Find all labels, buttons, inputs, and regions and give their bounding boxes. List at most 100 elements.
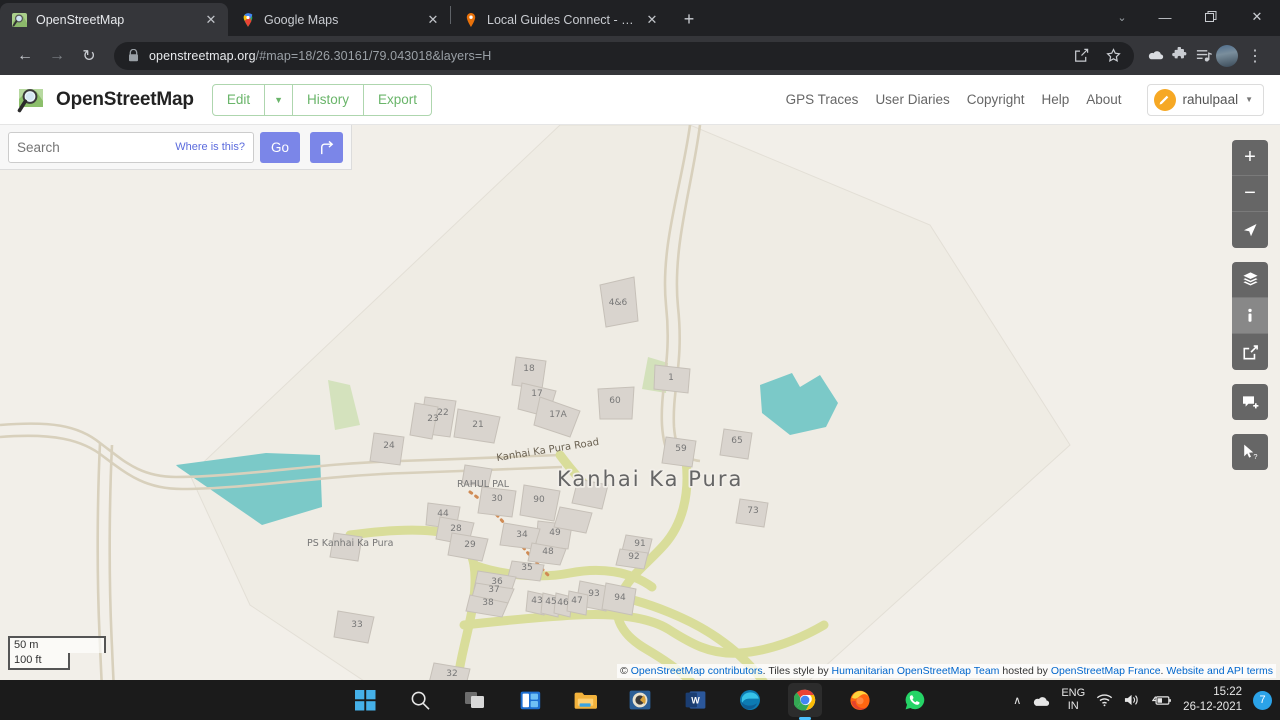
building-number: 1 — [668, 373, 674, 383]
attrib-hot-link[interactable]: Humanitarian OpenStreetMap Team — [832, 665, 1000, 677]
share-icon — [1242, 344, 1258, 360]
notification-badge[interactable]: 7 — [1253, 690, 1272, 710]
tray-language[interactable]: ENG IN — [1061, 687, 1085, 713]
taskbar-photo-viewer-button[interactable] — [623, 683, 657, 717]
taskbar-task-view-button[interactable] — [458, 683, 492, 717]
nav-about[interactable]: About — [1086, 92, 1121, 107]
attrib-france-link[interactable]: OpenStreetMap France — [1051, 665, 1161, 677]
tray-onedrive-icon[interactable] — [1032, 694, 1050, 707]
user-menu-button[interactable]: rahulpaal ▼ — [1146, 83, 1264, 116]
taskbar-firefox-button[interactable] — [843, 683, 877, 717]
new-tab-button[interactable]: + — [675, 5, 703, 33]
building-number: 33 — [351, 620, 362, 630]
local-guides-pin-icon — [466, 12, 476, 27]
chevron-down-icon: ▼ — [1245, 95, 1253, 104]
edit-button[interactable]: Edit — [213, 84, 266, 115]
search-input-wrapper[interactable]: Where is this? — [8, 131, 254, 163]
share-page-icon[interactable] — [1070, 45, 1092, 67]
reload-button[interactable]: ↻ — [74, 41, 104, 71]
chevron-down-icon[interactable]: ⌄ — [1102, 0, 1142, 34]
osm-logo-link[interactable]: OpenStreetMap — [16, 85, 194, 115]
nav-help[interactable]: Help — [1041, 92, 1069, 107]
tab-title: Google Maps — [264, 12, 339, 27]
taskbar-widgets-button[interactable] — [513, 683, 547, 717]
address-bar[interactable]: openstreetmap.org/#map=18/26.30161/79.04… — [114, 41, 1134, 70]
browser-tab-openstreetmap[interactable]: OpenStreetMap ✕ — [0, 3, 228, 36]
query-features-button[interactable]: ? — [1232, 434, 1268, 470]
search-input[interactable] — [17, 139, 176, 155]
building-number: 38 — [482, 598, 494, 608]
history-button[interactable]: History — [293, 84, 365, 115]
profile-avatar[interactable] — [1216, 44, 1238, 67]
language-line-2: IN — [1067, 700, 1079, 712]
tray-overflow-icon[interactable]: ∧ — [1013, 694, 1021, 707]
chrome-icon — [794, 689, 816, 711]
browser-tab-local-guides[interactable]: Local Guides Connect - Start a po ✕ — [451, 3, 669, 36]
screen: OpenStreetMap ✕ Google Maps ✕ Local Guid… — [0, 0, 1280, 720]
layers-button[interactable] — [1232, 262, 1268, 298]
taskbar-file-explorer-button[interactable] — [568, 683, 602, 717]
taskbar-start-button[interactable] — [348, 683, 382, 717]
back-button[interactable]: ← — [10, 41, 40, 71]
add-note-button[interactable] — [1232, 384, 1268, 420]
edit-dropdown-caret-icon[interactable]: ▼ — [265, 84, 294, 115]
firefox-icon — [850, 690, 870, 710]
forward-button[interactable]: → — [42, 41, 72, 71]
locate-button[interactable] — [1232, 212, 1268, 248]
zoom-out-button[interactable]: − — [1232, 176, 1268, 212]
close-icon[interactable]: ✕ — [424, 11, 442, 29]
taskbar-search-button[interactable] — [403, 683, 437, 717]
page-title: OpenStreetMap — [56, 88, 194, 110]
building-number: 65 — [731, 436, 742, 446]
nav-gps-traces[interactable]: GPS Traces — [786, 92, 859, 107]
share-button[interactable] — [1232, 334, 1268, 370]
nav-user-diaries[interactable]: User Diaries — [875, 92, 949, 107]
building-number: 47 — [571, 596, 582, 606]
tray-clock[interactable]: 15:22 26-12-2021 — [1183, 685, 1242, 715]
nav-copyright[interactable]: Copyright — [967, 92, 1025, 107]
close-icon[interactable]: ✕ — [202, 11, 220, 29]
window-controls: ⌄ — ✕ — [1102, 0, 1280, 34]
attrib-contributors-link[interactable]: OpenStreetMap contributors — [631, 665, 763, 677]
tray-wifi-icon[interactable] — [1096, 693, 1113, 707]
tray-battery-icon[interactable] — [1152, 694, 1172, 707]
avatar — [1216, 44, 1238, 67]
omnibox-actions — [1070, 45, 1124, 67]
zoom-in-button[interactable]: + — [1232, 140, 1268, 176]
building-number: 17 — [531, 389, 542, 399]
directions-button[interactable] — [310, 131, 343, 163]
taskbar-edge-button[interactable] — [733, 683, 767, 717]
windows-taskbar: W ∧ ENG IN 15:22 26-12-2021 7 — [0, 680, 1280, 720]
search-go-button[interactable]: Go — [259, 131, 300, 163]
close-icon[interactable]: ✕ — [643, 11, 661, 29]
close-window-button[interactable]: ✕ — [1234, 0, 1280, 34]
taskbar-whatsapp-button[interactable] — [898, 683, 932, 717]
browser-tab-google-maps[interactable]: Google Maps ✕ — [228, 3, 450, 36]
cloud-icon[interactable] — [1144, 45, 1166, 67]
taskbar-chrome-button[interactable] — [788, 683, 822, 720]
folder-icon — [574, 692, 597, 709]
lock-icon — [129, 49, 138, 62]
copyright-symbol: © — [620, 665, 628, 677]
building-number: 94 — [614, 593, 626, 603]
media-playlist-icon[interactable] — [1192, 45, 1214, 67]
browser-tab-strip: OpenStreetMap ✕ Google Maps ✕ Local Guid… — [0, 0, 1280, 36]
chrome-menu-button[interactable]: ⋮ — [1240, 41, 1270, 71]
extensions-puzzle-icon[interactable] — [1168, 45, 1190, 67]
bookmark-star-icon[interactable] — [1102, 45, 1124, 67]
maximize-button[interactable] — [1188, 0, 1234, 34]
map-canvas[interactable]: 4&6 18 1 17 60 22 17A 23 21 65 59 24 30 90 73 44 28 49 34 2… — [0, 125, 1280, 680]
minimize-button[interactable]: — — [1142, 0, 1188, 34]
export-button[interactable]: Export — [364, 85, 431, 115]
tab-title: Local Guides Connect - Start a po — [487, 12, 635, 27]
where-is-this-link[interactable]: Where is this? — [175, 141, 245, 153]
info-button[interactable] — [1232, 298, 1268, 334]
osm-nav: GPS Traces User Diaries Copyright Help A… — [786, 83, 1264, 116]
taskbar-word-button[interactable]: W — [678, 683, 712, 717]
layers-icon — [1242, 272, 1258, 286]
locate-arrow-icon — [1244, 224, 1257, 237]
attrib-terms-link[interactable]: Website and API terms — [1166, 665, 1273, 677]
directions-icon — [321, 140, 334, 154]
tray-volume-icon[interactable] — [1124, 693, 1141, 707]
building-number: 44 — [437, 509, 449, 519]
